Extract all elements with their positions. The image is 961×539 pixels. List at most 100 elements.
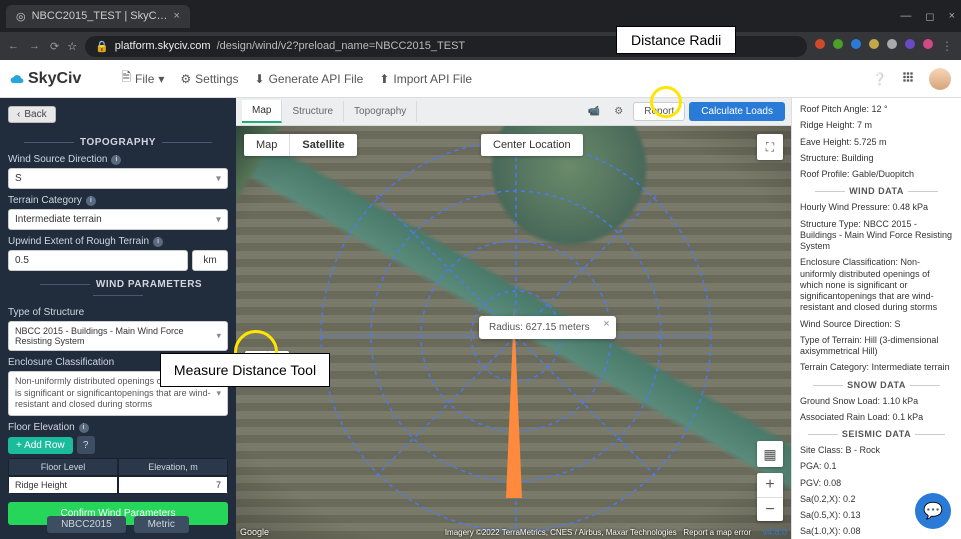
ext-icon[interactable] bbox=[905, 39, 915, 49]
label-wind-source-direction: Wind Source Directioni bbox=[8, 154, 228, 165]
nav-back-icon[interactable]: ← bbox=[8, 40, 19, 53]
label-terrain-category: Terrain Categoryi bbox=[8, 195, 228, 206]
generate-api-button[interactable]: ⬇Generate API File bbox=[255, 72, 364, 86]
sidebar: ‹Back TOPOGRAPHY Wind Source Directioni … bbox=[0, 98, 236, 539]
center-location-button[interactable]: Center Location bbox=[481, 134, 583, 156]
cell-floor-value[interactable]: 7 bbox=[118, 476, 228, 494]
ext-icon[interactable] bbox=[815, 39, 825, 49]
gear-icon: ⚙ bbox=[180, 72, 191, 86]
result-line: PGV: 0.08 bbox=[800, 478, 953, 489]
google-logo: Google bbox=[240, 527, 269, 537]
info-icon[interactable]: i bbox=[111, 155, 121, 165]
satellite-btn[interactable]: Satellite bbox=[289, 134, 356, 156]
chevron-down-icon: ▾ bbox=[216, 214, 221, 225]
units-pill[interactable]: Metric bbox=[134, 516, 189, 533]
info-icon[interactable]: i bbox=[153, 237, 163, 247]
add-row-button[interactable]: + Add Row bbox=[8, 437, 73, 454]
extension-icons: ⋮ bbox=[815, 39, 953, 53]
result-line: Enclosure Classification: Non-uniformly … bbox=[800, 257, 953, 313]
zoom-control: + − bbox=[757, 473, 783, 521]
select-type-structure[interactable]: NBCC 2015 - Buildings - Main Wind Force … bbox=[8, 321, 228, 351]
tab-topography[interactable]: Topography bbox=[344, 101, 417, 122]
reload-icon[interactable]: ⟳ bbox=[50, 40, 59, 53]
layers-button[interactable]: ▦ bbox=[757, 441, 783, 467]
browser-tab[interactable]: ◎ NBCC2015_TEST | SkyC… × bbox=[6, 5, 190, 28]
col-floor-level: Floor Level bbox=[8, 458, 118, 476]
ext-icon[interactable] bbox=[887, 39, 897, 49]
user-avatar[interactable] bbox=[929, 68, 951, 90]
info-icon[interactable]: i bbox=[86, 196, 96, 206]
main-tabs: Map Structure Topography 📹 ⚙ Report Calc… bbox=[236, 98, 791, 126]
chevron-left-icon: ‹ bbox=[17, 109, 20, 120]
back-button[interactable]: ‹Back bbox=[8, 106, 56, 123]
tab-map[interactable]: Map bbox=[242, 100, 282, 123]
map-canvas[interactable]: Map Satellite Center Location ⛶ ✋ ⊚ Radi… bbox=[236, 126, 791, 539]
chevron-down-icon: ▾ bbox=[216, 388, 221, 400]
layers-icon: ▦ bbox=[763, 446, 776, 463]
section-header-seismic-data: SEISMIC DATA bbox=[800, 429, 953, 439]
apps-grid-icon[interactable] bbox=[901, 70, 915, 87]
result-line: Structure Type: NBCC 2015 - Buildings - … bbox=[800, 219, 953, 253]
section-header-topography: TOPOGRAPHY bbox=[8, 137, 228, 148]
tab-structure[interactable]: Structure bbox=[282, 101, 344, 122]
fullscreen-button[interactable]: ⛶ bbox=[757, 134, 783, 160]
map-btn[interactable]: Map bbox=[244, 134, 289, 156]
input-upwind-extent[interactable] bbox=[8, 250, 188, 271]
result-line: Eave Height: 5.725 m bbox=[800, 137, 953, 148]
cloud-icon bbox=[10, 72, 24, 86]
chevron-down-icon: ▾ bbox=[216, 173, 221, 184]
ext-icon[interactable] bbox=[923, 39, 933, 49]
upload-icon: ⬆ bbox=[379, 72, 389, 86]
ext-icon[interactable] bbox=[869, 39, 879, 49]
distance-radii-button[interactable]: ⚙ bbox=[608, 104, 629, 119]
tab-close-icon[interactable]: × bbox=[174, 10, 180, 22]
calculate-loads-button[interactable]: Calculate Loads bbox=[689, 102, 785, 121]
file-menu[interactable]: 🗎File ▾ bbox=[121, 68, 164, 89]
bookmark-icon[interactable]: ☆ bbox=[67, 40, 77, 53]
settings-menu[interactable]: ⚙Settings bbox=[180, 72, 238, 86]
zoom-out-button[interactable]: − bbox=[757, 497, 783, 521]
minimize-icon[interactable]: — bbox=[900, 10, 911, 23]
ext-icon[interactable] bbox=[851, 39, 861, 49]
result-line: Site Class: B - Rock bbox=[800, 445, 953, 456]
zoom-in-button[interactable]: + bbox=[757, 473, 783, 497]
result-line: Terrain Category: Intermediate terrain bbox=[800, 362, 953, 373]
ext-icon[interactable] bbox=[833, 39, 843, 49]
floor-help-button[interactable]: ? bbox=[77, 436, 95, 454]
tab-title: NBCC2015_TEST | SkyC… bbox=[32, 10, 168, 22]
result-line: Hourly Wind Pressure: 0.48 kPa bbox=[800, 202, 953, 213]
info-icon[interactable]: i bbox=[79, 423, 89, 433]
app-topbar: SkyCiv 🗎File ▾ ⚙Settings ⬇Generate API F… bbox=[0, 60, 961, 98]
url-host: platform.skyciv.com bbox=[115, 40, 211, 52]
label-floor-elevation: Floor Elevationi bbox=[8, 422, 228, 433]
help-icon[interactable]: ❔ bbox=[872, 72, 887, 86]
cell-floor-label[interactable]: Ridge Height bbox=[8, 476, 118, 494]
label-upwind-extent: Upwind Extent of Rough Terraini bbox=[8, 236, 228, 247]
result-line: Ground Snow Load: 1.10 kPa bbox=[800, 396, 953, 407]
result-line: Ridge Height: 7 m bbox=[800, 120, 953, 131]
url-path: /design/wind/v2?preload_name=NBCC2015_TE… bbox=[217, 40, 466, 52]
select-wind-source-direction[interactable]: S▾ bbox=[8, 168, 228, 189]
section-header-wind-data: WIND DATA bbox=[800, 186, 953, 196]
window-controls: — ◻ × bbox=[900, 10, 955, 23]
close-window-icon[interactable]: × bbox=[949, 10, 955, 23]
kebab-icon[interactable]: ⋮ bbox=[941, 39, 953, 53]
code-pill[interactable]: NBCC2015 bbox=[47, 516, 126, 533]
chat-icon: 💬 bbox=[923, 501, 943, 521]
unit-km: km bbox=[192, 250, 228, 271]
fullscreen-icon: ⛶ bbox=[766, 140, 774, 155]
table-row: Ridge Height 7 bbox=[8, 476, 228, 494]
maximize-icon[interactable]: ◻ bbox=[925, 10, 934, 23]
tooltip-close-icon[interactable]: × bbox=[603, 318, 609, 330]
browser-tab-bar: ◎ NBCC2015_TEST | SkyC… × — ◻ × bbox=[0, 0, 961, 32]
logo-text: SkyCiv bbox=[28, 70, 81, 88]
label-type-structure: Type of Structure bbox=[8, 307, 228, 318]
chat-button[interactable]: 💬 bbox=[915, 493, 951, 529]
import-api-button[interactable]: ⬆Import API File bbox=[379, 72, 472, 86]
skyciv-logo[interactable]: SkyCiv bbox=[10, 70, 81, 88]
select-terrain-category[interactable]: Intermediate terrain▾ bbox=[8, 209, 228, 230]
report-button[interactable]: Report bbox=[633, 102, 685, 121]
streetview-icon[interactable]: 📹 bbox=[584, 104, 604, 119]
result-line: PGA: 0.1 bbox=[800, 461, 953, 472]
nav-forward-icon[interactable]: → bbox=[29, 40, 40, 53]
